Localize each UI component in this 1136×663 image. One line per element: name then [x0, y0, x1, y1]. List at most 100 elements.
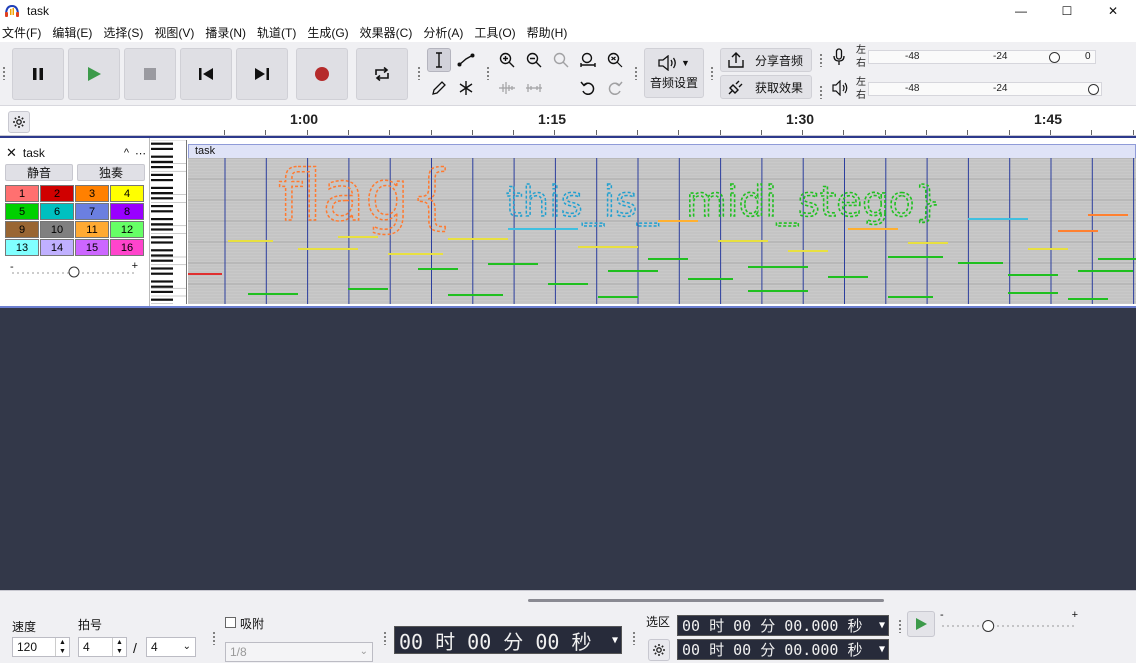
selection-tool-button[interactable] [427, 48, 451, 72]
piano-key[interactable] [151, 254, 173, 257]
toolbar-grip[interactable] [632, 631, 636, 645]
toolbar-grip[interactable] [486, 66, 490, 80]
piano-keyboard[interactable] [151, 140, 187, 304]
menu-select[interactable]: 选择(S) [101, 24, 150, 41]
menu-file[interactable]: 文件(F) [0, 24, 48, 41]
share-audio-button[interactable]: 分享音频 [720, 48, 812, 72]
piano-key[interactable] [151, 280, 173, 283]
channel-14-toggle[interactable]: 14 [40, 239, 74, 256]
piano-key[interactable] [151, 285, 173, 288]
record-meter[interactable]: -48 -24 0 [868, 50, 1096, 64]
loop-button[interactable] [356, 48, 408, 100]
channel-15-toggle[interactable]: 15 [75, 239, 109, 256]
time-signature-numerator[interactable]: 4 ▲ ▼ [78, 637, 127, 657]
piano-key[interactable] [151, 166, 173, 169]
horizontal-scrollbar[interactable] [528, 599, 884, 602]
playback-volume-slider-knob[interactable] [1088, 84, 1099, 95]
toolbar-grip[interactable] [2, 66, 6, 80]
timeline-options-button[interactable] [8, 111, 30, 133]
dropdown-arrow-icon[interactable]: ▼ [879, 644, 885, 655]
piano-key[interactable] [151, 241, 173, 244]
snap-select[interactable]: 1/8 ⌄ [225, 642, 373, 662]
spin-up-icon[interactable]: ▲ [59, 638, 66, 647]
redo-button[interactable] [603, 76, 627, 100]
velocity-slider[interactable]: - + [10, 260, 138, 278]
piano-key[interactable] [151, 155, 173, 158]
skip-to-end-button[interactable] [236, 48, 288, 100]
close-button[interactable]: ✕ [1090, 0, 1136, 22]
note-track[interactable]: ✕ task ^ ⋯ 静音 独奏 1 2 3 4 5 6 7 8 9 10 11 12 13 14 15 16… [0, 138, 1136, 308]
play-button[interactable] [68, 48, 120, 100]
piano-key[interactable] [151, 192, 173, 195]
selection-start-time[interactable]: 00 时 00 分 00.000 秒 ▼ [677, 615, 889, 636]
piano-key[interactable] [151, 147, 173, 150]
menu-edit[interactable]: 编辑(E) [50, 24, 99, 41]
channel-12-toggle[interactable]: 12 [110, 221, 144, 238]
piano-key[interactable] [151, 223, 173, 226]
play-meter-button[interactable] [832, 79, 850, 100]
snap-checkbox[interactable] [225, 617, 236, 628]
midi-clip[interactable]: flag{this_is_ midi_stego} [188, 158, 1136, 304]
channel-7-toggle[interactable]: 7 [75, 203, 109, 220]
piano-key[interactable] [151, 205, 173, 208]
menu-generate[interactable]: 生成(G) [305, 24, 355, 41]
track-area[interactable]: ✕ task ^ ⋯ 静音 独奏 1 2 3 4 5 6 7 8 9 10 11 12 13 14 15 16… [0, 138, 1136, 590]
piano-key[interactable] [151, 197, 173, 200]
tempo-spinner[interactable]: 120 ▲ ▼ [12, 637, 70, 657]
audio-setup-button[interactable]: ▼ 音频设置 [644, 48, 704, 98]
channel-6-toggle[interactable]: 6 [40, 203, 74, 220]
piano-key[interactable] [151, 249, 173, 252]
toolbar-grip[interactable] [417, 66, 421, 80]
record-button[interactable] [296, 48, 348, 100]
channel-16-toggle[interactable]: 16 [110, 239, 144, 256]
menu-help[interactable]: 帮助(H) [525, 24, 575, 41]
multi-tool-button[interactable] [454, 76, 478, 100]
collapse-chevron-icon[interactable]: ^ [124, 147, 129, 160]
toolbar-grip[interactable] [898, 619, 902, 633]
piano-key[interactable] [151, 272, 173, 275]
get-effects-button[interactable]: 获取效果 [720, 75, 812, 99]
speed-slider-knob[interactable] [982, 620, 995, 632]
timeline-ruler[interactable]: 1:00 1:15 1:30 1:45 [0, 106, 1136, 136]
trim-audio-button[interactable] [495, 76, 519, 100]
toolbar-grip[interactable] [212, 631, 216, 645]
selection-end-time[interactable]: 00 时 00 分 00.000 秒 ▼ [677, 639, 889, 660]
toolbar-grip[interactable] [819, 85, 823, 99]
channel-2-toggle[interactable]: 2 [40, 185, 74, 202]
piano-key[interactable] [151, 298, 173, 301]
silence-audio-button[interactable] [522, 76, 546, 100]
menu-tools[interactable]: 工具(O) [472, 24, 522, 41]
play-at-speed-button[interactable] [907, 611, 935, 637]
fit-project-button[interactable] [576, 48, 600, 72]
menu-effect[interactable]: 效果器(C) [358, 24, 420, 41]
minimize-button[interactable]: — [998, 0, 1044, 22]
mute-button[interactable]: 静音 [5, 164, 73, 181]
channel-11-toggle[interactable]: 11 [75, 221, 109, 238]
record-volume-slider-knob[interactable] [1048, 52, 1060, 63]
record-meter-button[interactable] [832, 48, 850, 68]
pause-button[interactable] [12, 48, 64, 100]
time-display[interactable]: 00 时 00 分 00 秒 ▼ [394, 626, 622, 654]
toolbar-grip[interactable] [710, 66, 714, 80]
close-track-icon[interactable]: ✕ [6, 145, 17, 161]
piano-key[interactable] [151, 218, 173, 221]
skip-to-start-button[interactable] [180, 48, 232, 100]
playback-speed-slider[interactable]: - + [940, 609, 1078, 635]
zoom-out-button[interactable] [522, 48, 546, 72]
spin-down-icon[interactable]: ▼ [59, 647, 66, 656]
envelope-tool-button[interactable] [454, 48, 478, 72]
toolbar-grip[interactable] [383, 631, 387, 645]
channel-1-toggle[interactable]: 1 [5, 185, 39, 202]
solo-button[interactable]: 独奏 [77, 164, 145, 181]
piano-key[interactable] [151, 259, 173, 262]
channel-5-toggle[interactable]: 5 [5, 203, 39, 220]
time-signature-denominator[interactable]: 4 ⌄ [146, 637, 196, 657]
piano-key[interactable] [151, 142, 173, 145]
more-options-icon[interactable]: ⋯ [135, 147, 146, 160]
channel-13-toggle[interactable]: 13 [5, 239, 39, 256]
zoom-toggle-button[interactable] [603, 48, 627, 72]
spin-up-icon[interactable]: ▲ [116, 638, 123, 647]
maximize-button[interactable]: ☐ [1044, 0, 1090, 22]
piano-key[interactable] [151, 173, 173, 176]
velocity-slider-knob[interactable] [68, 266, 80, 278]
